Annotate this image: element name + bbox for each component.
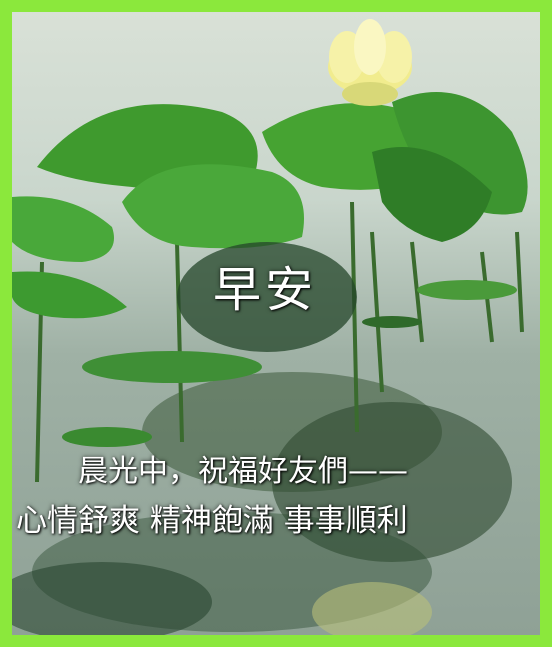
picture-frame: 早安 晨光中，祝福好友們—— 心情舒爽 精神飽滿 事事順利 [0,0,552,647]
greeting-title: 早安 [212,262,317,318]
lotus-scene [12,19,528,635]
lotus-photo [12,12,540,635]
lotus-flower [328,19,412,106]
message-line-2: 心情舒爽 精神飽滿 事事順利 [16,503,408,539]
message-line-1: 晨光中，祝福好友們—— [78,454,408,489]
